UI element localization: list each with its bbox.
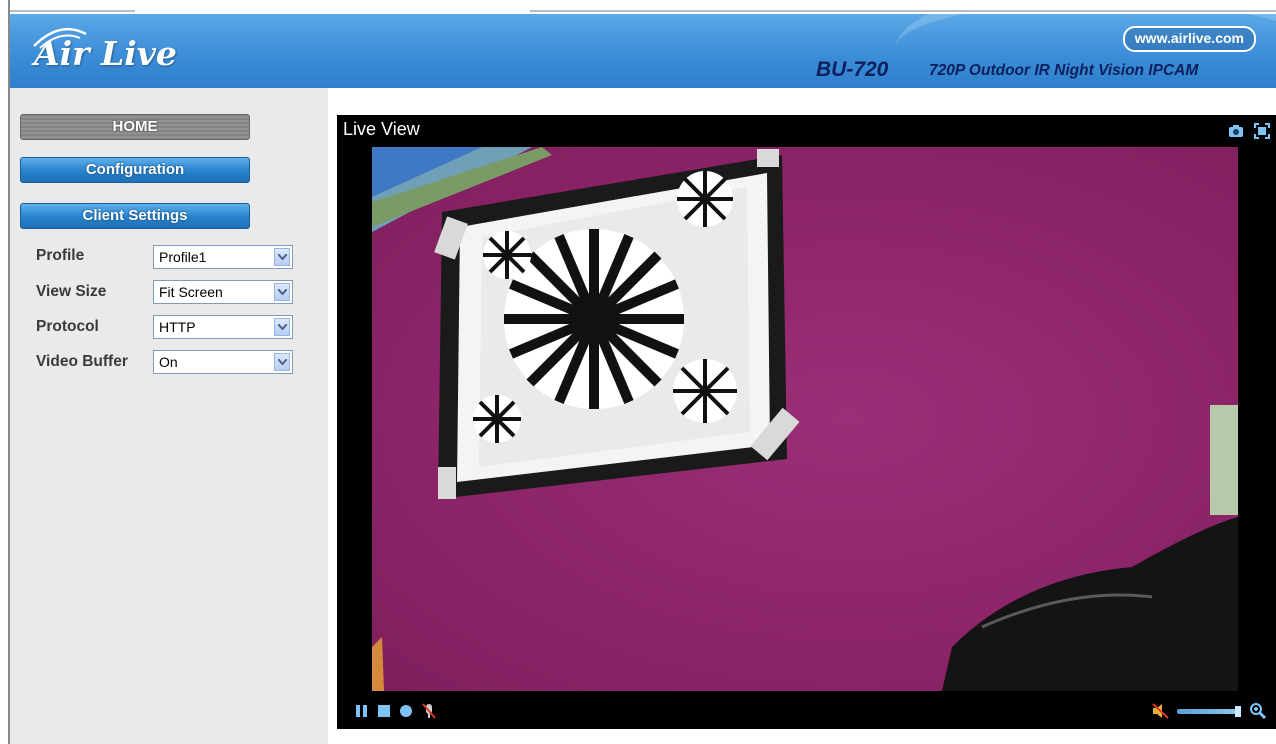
chevron-down-icon	[274, 318, 290, 336]
profile-label: Profile	[36, 247, 85, 264]
protocol-label: Protocol	[36, 318, 99, 335]
top-divider-right	[530, 10, 1276, 12]
chevron-down-icon	[274, 283, 290, 301]
configuration-button[interactable]: Configuration	[20, 157, 250, 183]
chevron-down-icon	[274, 353, 290, 371]
header-banner: Air Live www.airlive.com BU-720 720P Out…	[10, 14, 1276, 88]
camera-video-stream[interactable]	[372, 147, 1238, 691]
live-view-title: Live View	[343, 119, 420, 139]
airlive-logo: Air Live	[34, 34, 177, 73]
client-settings-button[interactable]: Client Settings	[20, 203, 250, 229]
product-description: 720P Outdoor IR Night Vision IPCAM	[929, 62, 1199, 79]
home-button[interactable]: HOME	[20, 114, 250, 140]
left-panel	[10, 88, 328, 744]
profile-value: Profile1	[159, 249, 207, 265]
fullscreen-icon[interactable]	[1254, 123, 1270, 139]
view-size-label: View Size	[36, 283, 107, 300]
video-buffer-value: On	[159, 354, 178, 370]
model-name: BU-720	[816, 58, 889, 81]
view-size-select[interactable]: Fit Screen	[153, 280, 293, 304]
snapshot-camera-icon[interactable]	[1228, 123, 1244, 139]
record-icon[interactable]	[399, 703, 413, 724]
microphone-muted-icon[interactable]	[421, 703, 437, 724]
video-frame-image	[372, 147, 1238, 691]
website-url[interactable]: www.airlive.com	[1122, 26, 1256, 52]
live-view-toolbar	[1222, 123, 1270, 144]
video-buffer-select[interactable]: On	[153, 350, 293, 374]
speaker-muted-icon[interactable]	[1152, 703, 1170, 724]
top-divider-left	[10, 10, 135, 12]
zoom-icon[interactable]	[1250, 703, 1267, 724]
protocol-value: HTTP	[159, 319, 196, 335]
volume-slider-track[interactable]	[1177, 709, 1237, 714]
top-strip	[0, 0, 1276, 14]
playback-controls	[337, 693, 1276, 729]
chevron-down-icon	[274, 248, 290, 266]
video-buffer-label: Video Buffer	[36, 353, 128, 370]
pause-icon[interactable]	[355, 703, 369, 724]
live-view-panel: Live View	[337, 115, 1276, 729]
stop-icon[interactable]	[377, 703, 391, 724]
profile-select[interactable]: Profile1	[153, 245, 293, 269]
protocol-select[interactable]: HTTP	[153, 315, 293, 339]
view-size-value: Fit Screen	[159, 284, 223, 300]
volume-slider-handle[interactable]	[1235, 706, 1241, 717]
